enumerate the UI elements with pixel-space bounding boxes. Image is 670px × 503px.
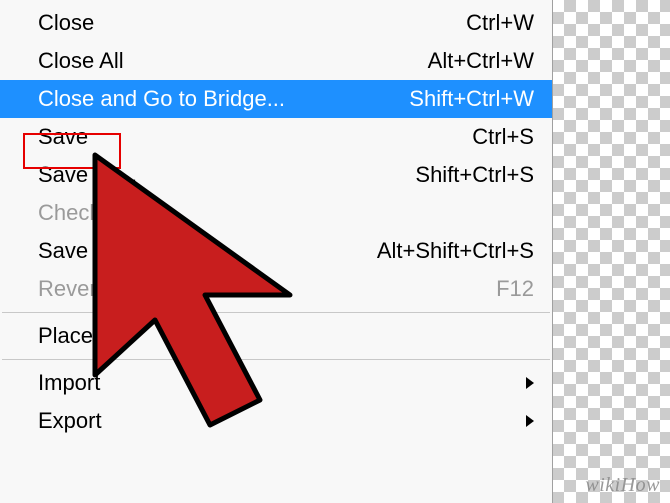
menu-item-export[interactable]: Export	[0, 402, 552, 440]
menu-item-label: Save for Web...	[38, 238, 189, 264]
file-menu-dropdown: Close Ctrl+W Close All Alt+Ctrl+W Close …	[0, 0, 553, 503]
menu-separator	[2, 312, 550, 313]
menu-item-save-for-web[interactable]: Save for Web... Alt+Shift+Ctrl+S	[0, 232, 552, 270]
submenu-arrow-icon	[526, 377, 534, 389]
menu-item-close[interactable]: Close Ctrl+W	[0, 4, 552, 42]
menu-item-place[interactable]: Place...	[0, 317, 552, 355]
menu-item-save-as[interactable]: Save As... Shift+Ctrl+S	[0, 156, 552, 194]
menu-item-close-bridge[interactable]: Close and Go to Bridge... Shift+Ctrl+W	[0, 80, 552, 118]
menu-item-label: Export	[38, 408, 102, 434]
submenu-arrow-icon	[526, 415, 534, 427]
menu-item-label: Check In...	[38, 200, 143, 226]
menu-item-close-all[interactable]: Close All Alt+Ctrl+W	[0, 42, 552, 80]
menu-item-label: Close and Go to Bridge...	[38, 86, 285, 112]
menu-item-shortcut: Shift+Ctrl+W	[409, 86, 534, 112]
menu-item-label: Save	[38, 124, 88, 150]
menu-item-shortcut: F12	[496, 276, 534, 302]
menu-item-shortcut: Ctrl+W	[466, 10, 534, 36]
menu-item-shortcut: Shift+Ctrl+S	[415, 162, 534, 188]
menu-item-check-in: Check In...	[0, 194, 552, 232]
menu-item-shortcut: Alt+Shift+Ctrl+S	[377, 238, 534, 264]
menu-item-label: Import	[38, 370, 100, 396]
menu-item-label: Save As...	[38, 162, 137, 188]
menu-item-label: Revert	[38, 276, 103, 302]
menu-item-import[interactable]: Import	[0, 364, 552, 402]
menu-separator	[2, 359, 550, 360]
menu-item-shortcut: Ctrl+S	[472, 124, 534, 150]
menu-item-label: Close	[38, 10, 94, 36]
menu-item-revert: Revert F12	[0, 270, 552, 308]
menu-item-label: Place...	[38, 323, 111, 349]
menu-item-shortcut: Alt+Ctrl+W	[428, 48, 534, 74]
menu-item-label: Close All	[38, 48, 124, 74]
menu-item-save[interactable]: Save Ctrl+S	[0, 118, 552, 156]
watermark-text: wikiHow	[585, 474, 660, 497]
